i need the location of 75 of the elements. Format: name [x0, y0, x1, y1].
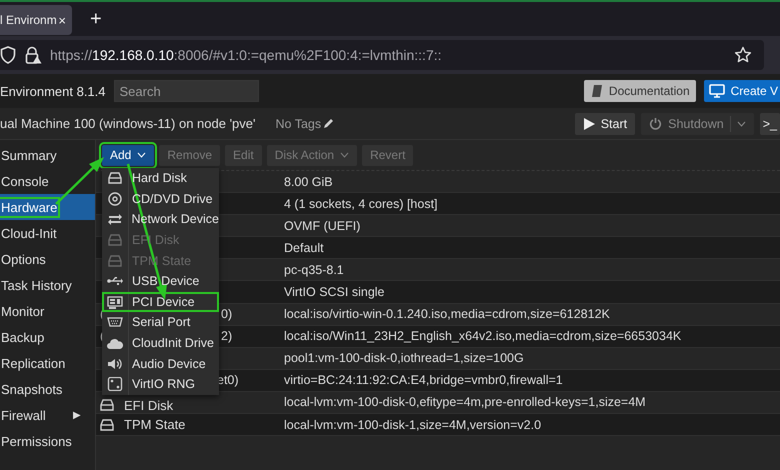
table-cell: local-lvm:vm-100-disk-0,efitype=4m,pre-enrolled-keys=1,size=4M	[284, 395, 646, 410]
tab-title: l Environm	[0, 13, 57, 27]
speaker-icon	[107, 356, 123, 371]
documentation-button[interactable]: Documentation	[584, 80, 696, 102]
disc-icon	[107, 192, 123, 206]
pencil-icon[interactable]	[323, 118, 334, 129]
nav-item[interactable]: Monitor	[0, 298, 95, 324]
table-cell: TPM State	[124, 417, 186, 432]
star-icon[interactable]	[734, 46, 752, 64]
nav-item[interactable]: Firewall ▶	[0, 402, 95, 428]
hard-drive-icon	[107, 233, 123, 248]
address-bar[interactable]: https://192.168.0.10:8006/#v1:0:=qemu%2F100:4:=lvmthin:::7::	[0, 40, 764, 70]
caret-icon	[340, 152, 350, 158]
nav-item[interactable]: Options	[0, 246, 95, 272]
cloud-icon	[107, 336, 123, 350]
monitor-icon	[708, 84, 725, 98]
port-icon	[107, 315, 123, 330]
table-cell: EFI Disk	[124, 398, 174, 413]
table-cell: pool1:vm-100-disk-0,iothread=1,size=100G	[284, 351, 524, 366]
expand-arrow[interactable]: ▶	[73, 409, 81, 421]
nav-item[interactable]: Backup	[0, 324, 95, 350]
menu-item[interactable]: Audio Device	[102, 353, 219, 374]
power-icon	[649, 117, 662, 130]
table-cell: pc-q35-8.1	[284, 262, 344, 277]
dice-icon	[107, 377, 123, 392]
hard-drive-icon	[100, 418, 114, 431]
caret-icon	[137, 152, 146, 158]
nav-item[interactable]: Snapshots	[0, 376, 95, 402]
table-cell: 8.00 GiB	[284, 174, 333, 189]
menu-item[interactable]: Serial Port	[102, 312, 219, 333]
menu-item[interactable]: USB Device	[102, 270, 219, 292]
start-button[interactable]: Start	[574, 112, 636, 134]
create-vm-button[interactable]: Create V	[704, 80, 780, 102]
nav-item[interactable]: Hardware	[0, 194, 95, 220]
table-cell: local-lvm:vm-100-disk-1,size=4M,version=v2.0	[284, 418, 542, 432]
menu-item[interactable]: CloudInit Drive	[102, 332, 219, 354]
book-icon	[590, 84, 604, 98]
vm-title: ual Machine 100 (windows-11) on node 'pve'	[0, 116, 256, 131]
browser-tab[interactable]: l Environm×	[0, 5, 72, 35]
new-tab-button[interactable]: +	[90, 8, 102, 30]
table-cell: 0)	[221, 307, 232, 322]
product-version: Environment 8.1.4	[0, 84, 106, 98]
annotation-arrow	[55, 157, 104, 205]
card-icon	[107, 294, 123, 309]
nav-item[interactable]: Console	[0, 168, 95, 194]
add-button[interactable]: Add	[102, 144, 154, 166]
hard-drive-icon	[107, 171, 123, 186]
lock-warning-icon[interactable]	[24, 46, 42, 64]
play-icon	[582, 118, 595, 130]
nav-item[interactable]: Permissions	[0, 428, 95, 454]
caret-icon	[736, 120, 746, 126]
menu-item[interactable]: PCI Device	[102, 292, 219, 312]
table-cell: virtio=BC:24:11:92:CA:E4,bridge=vmbr0,firewall=1	[284, 373, 563, 388]
search-field[interactable]: Search	[114, 80, 259, 102]
table-cell: VirtIO SCSI single	[284, 285, 385, 300]
hard-drive-icon	[100, 399, 114, 412]
arrows-icon	[106, 212, 123, 226]
shield-icon[interactable]	[0, 46, 16, 64]
tags-label[interactable]: No Tags	[276, 116, 334, 130]
console-button[interactable]: >_	[760, 112, 780, 134]
table-cell: Default	[284, 240, 324, 255]
table-cell: 2)	[221, 329, 232, 344]
menu-item[interactable]: VirtIO RNG	[102, 374, 219, 395]
menu-item[interactable]: Hard Disk	[102, 168, 219, 189]
table-cell: local:iso/Win11_23H2_English_x64v2.iso,media=cdrom,size=6653034K	[284, 329, 682, 344]
nav-item[interactable]: Task History	[0, 272, 95, 298]
hard-drive-icon	[107, 254, 123, 268]
table-cell: OVMF (UEFI)	[284, 218, 360, 233]
nav-item[interactable]: Replication	[0, 350, 95, 376]
url-text: https://192.168.0.10:8006/#v1:0:=qemu%2F100:4:=lvmthin:::7::	[50, 47, 442, 63]
nav-item[interactable]: Summary	[0, 142, 95, 168]
table-cell: 4 (1 sockets, 4 cores) [host]	[284, 196, 438, 211]
nav-item[interactable]: Cloud-Init	[0, 220, 95, 246]
table-cell: local:iso/virtio-win-0.1.240.iso,media=cdrom,size=612812K	[284, 307, 610, 322]
close-tab-button[interactable]: ×	[58, 12, 66, 28]
